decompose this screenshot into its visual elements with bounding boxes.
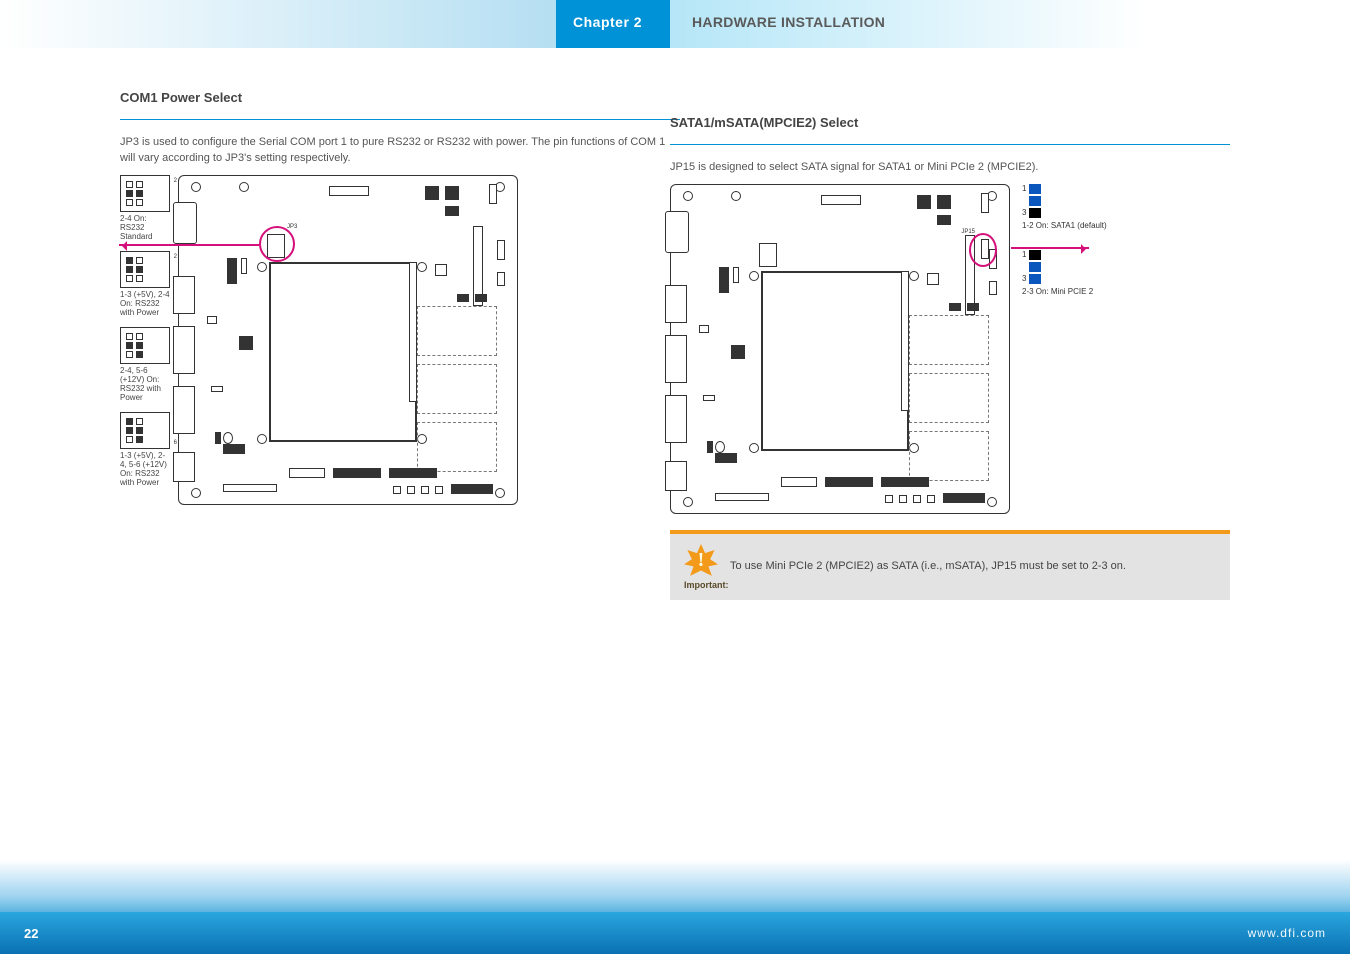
important-badge-wrap: Important: xyxy=(684,544,730,590)
left-column: COM1 Power Select JP3 is used to configu… xyxy=(120,90,680,513)
page-header: Chapter 2 HARDWARE INSTALLATION xyxy=(0,0,1350,48)
right-column: SATA1/mSATA(MPCIE2) Select JP15 is desig… xyxy=(670,115,1230,600)
jumper-option-3-label: 2-4, 5-6 (+12V) On: RS232 with Power xyxy=(120,366,170,402)
chapter-label: Chapter 2 xyxy=(573,14,642,30)
right-jumper-option-1: 1 1 3 1-2 On: SATA1 (default) xyxy=(1022,184,1107,230)
important-note: Important: To use Mini PCIe 2 (MPCIE2) a… xyxy=(670,530,1230,600)
jumper-option-1: 2 6 2-4 On: RS232 Standard xyxy=(120,175,170,241)
important-text: To use Mini PCIe 2 (MPCIE2) as SATA (i.e… xyxy=(730,559,1126,574)
important-icon xyxy=(684,544,718,578)
jumper-option-1-label: 2-4 On: RS232 Standard xyxy=(120,214,170,241)
page-number: 22 xyxy=(24,926,38,941)
left-diagram-group: 2 6 2-4 On: RS232 Standard 2 6 1-3 (+5V)… xyxy=(120,175,680,505)
page-title: HARDWARE INSTALLATION xyxy=(692,14,885,30)
left-description: JP3 is used to configure the Serial COM … xyxy=(120,135,680,167)
right-opt-1-label: 1-2 On: SATA1 (default) xyxy=(1022,221,1107,230)
heading-underline xyxy=(120,119,680,120)
footer-brand: www.dfi.com xyxy=(1248,926,1326,940)
right-motherboard-diagram: JP15 xyxy=(670,184,1010,514)
right-heading: SATA1/mSATA(MPCIE2) Select xyxy=(670,115,1230,130)
jp3-label: JP3 xyxy=(287,224,297,231)
jumper-option-4-label: 1-3 (+5V), 2-4, 5-6 (+12V) On: RS232 wit… xyxy=(120,451,170,487)
header-fade-left xyxy=(0,0,556,48)
right-opt-2-label: 2-3 On: Mini PCIE 2 xyxy=(1022,287,1107,296)
footer-fade xyxy=(0,860,1350,912)
jp15-label: JP15 xyxy=(961,229,975,236)
important-label: Important: xyxy=(684,580,730,590)
jumper-option-4: 2 6 1-3 (+5V), 2-4, 5-6 (+12V) On: RS232… xyxy=(120,412,170,487)
heading-underline-right xyxy=(670,144,1230,145)
left-heading: COM1 Power Select xyxy=(120,90,680,105)
left-motherboard-diagram: JP3 xyxy=(178,175,518,505)
footer-bar: 22 www.dfi.com xyxy=(0,912,1350,954)
jumper-option-2: 2 6 1-3 (+5V), 2-4 On: RS232 with Power xyxy=(120,251,170,317)
right-diagram-group: JP15 1 1 3 1-2 On: SATA1 (default) 1 1 3… xyxy=(670,184,1230,514)
jumper-option-3: 2 6 2-4, 5-6 (+12V) On: RS232 with Power xyxy=(120,327,170,402)
page-footer: 22 www.dfi.com xyxy=(0,860,1350,954)
right-jumper-option-2: 1 1 3 2-3 On: Mini PCIE 2 xyxy=(1022,250,1107,296)
jumper-option-2-label: 1-3 (+5V), 2-4 On: RS232 with Power xyxy=(120,290,170,317)
left-jumper-options: 2 6 2-4 On: RS232 Standard 2 6 1-3 (+5V)… xyxy=(120,175,170,497)
right-jumper-options: 1 1 3 1-2 On: SATA1 (default) 1 1 3 2-3 … xyxy=(1022,184,1107,316)
right-description: JP15 is designed to select SATA signal f… xyxy=(670,160,1230,176)
